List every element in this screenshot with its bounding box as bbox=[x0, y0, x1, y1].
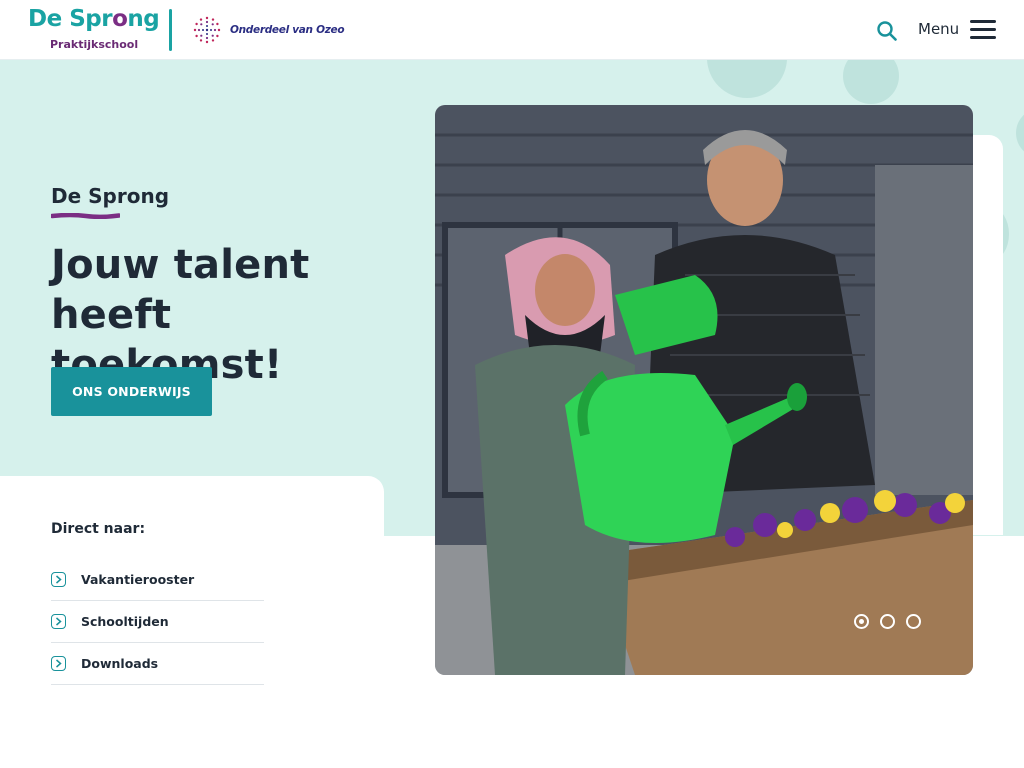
hamburger-icon[interactable] bbox=[970, 20, 996, 40]
direct-link-vakantierooster[interactable]: Vakantierooster bbox=[51, 559, 264, 601]
direct-link-schooltijden[interactable]: Schooltijden bbox=[51, 601, 264, 643]
logo-subtitle: Praktijkschool bbox=[50, 38, 139, 51]
direct-links-title: Direct naar: bbox=[51, 521, 146, 537]
hero-kicker: De Sprong bbox=[51, 184, 170, 208]
partner-logo-link[interactable]: Onderdeel van Ozeo bbox=[192, 15, 345, 45]
carousel-dot[interactable] bbox=[854, 614, 869, 629]
hero-photo bbox=[435, 105, 973, 675]
decor-bubble bbox=[1016, 108, 1024, 158]
carousel-dot[interactable] bbox=[880, 614, 895, 629]
direct-links-list: Vakantierooster Schooltijden Downloads bbox=[51, 559, 264, 685]
logo-wordmark: De Sprong bbox=[28, 6, 160, 32]
decor-bubble bbox=[707, 60, 787, 98]
carousel-dots bbox=[854, 614, 921, 629]
direct-link-label: Vakantierooster bbox=[81, 572, 195, 587]
site-header: De Sprong Praktijkschool Onderdeel van O… bbox=[0, 0, 1024, 60]
chevron-right-icon bbox=[51, 572, 66, 587]
ozeo-logo-icon bbox=[193, 16, 221, 44]
carousel-dot[interactable] bbox=[906, 614, 921, 629]
decor-bubble bbox=[843, 60, 899, 104]
menu-label[interactable]: Menu bbox=[918, 20, 959, 38]
logo-divider bbox=[169, 9, 172, 51]
partner-text: Onderdeel van Ozeo bbox=[230, 24, 345, 36]
direct-link-label: Downloads bbox=[81, 656, 159, 671]
search-icon bbox=[877, 21, 897, 41]
chevron-right-icon bbox=[51, 614, 66, 629]
ons-onderwijs-button[interactable]: ONS ONDERWIJS bbox=[51, 367, 212, 416]
chevron-right-icon bbox=[51, 656, 66, 671]
hero-photo-illustration bbox=[435, 105, 973, 675]
search-button[interactable] bbox=[876, 20, 898, 42]
site-logo[interactable]: De Sprong Praktijkschool bbox=[28, 6, 160, 54]
brush-underline-icon bbox=[51, 213, 120, 219]
direct-link-downloads[interactable]: Downloads bbox=[51, 643, 264, 685]
direct-link-label: Schooltijden bbox=[81, 614, 169, 629]
